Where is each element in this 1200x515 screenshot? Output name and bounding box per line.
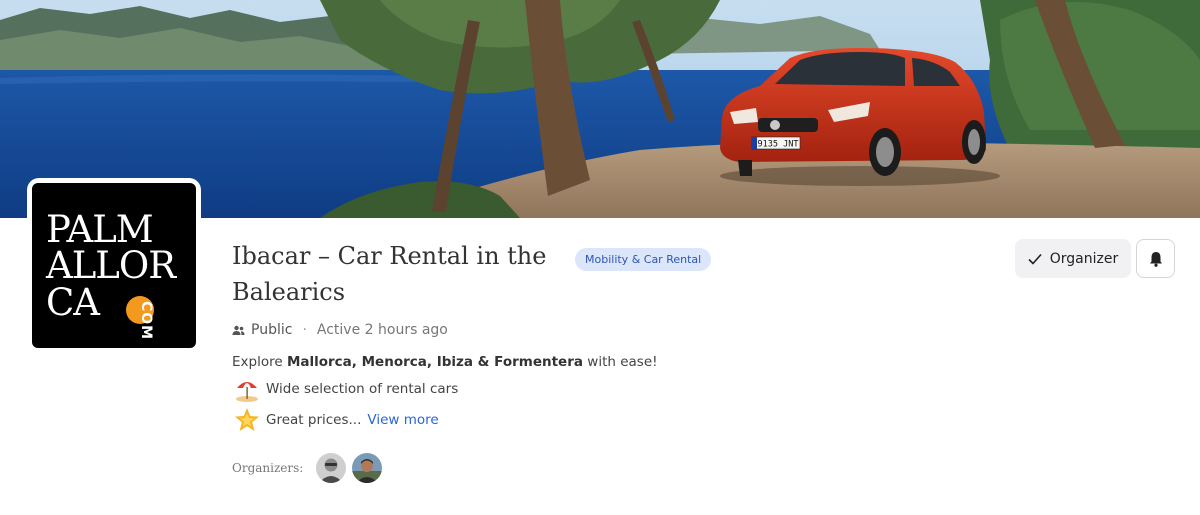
- organizer-button[interactable]: Organizer: [1015, 239, 1131, 278]
- view-more-link[interactable]: View more: [367, 412, 438, 428]
- logo-com-text: COM: [138, 301, 154, 341]
- organizers-row: Organizers:: [232, 452, 384, 484]
- feature-item: Wide selection of rental cars: [234, 376, 458, 402]
- meta-separator: ·: [302, 322, 307, 338]
- organizers-label: Organizers:: [232, 461, 304, 475]
- group-meta: Public · Active 2 hours ago: [232, 322, 448, 338]
- group-description: Explore Mallorca, Menorca, Ibiza & Forme…: [232, 354, 658, 370]
- group-logo[interactable]: PALM ALLOR CA COM: [27, 178, 201, 352]
- check-icon: [1028, 253, 1042, 265]
- palmallorca-logo: PALM ALLOR CA COM: [32, 183, 196, 348]
- logo-text-line3: CA: [46, 281, 100, 324]
- description-prefix: Explore: [232, 354, 287, 370]
- activity-status: Active 2 hours ago: [316, 322, 448, 338]
- star-icon: [235, 408, 259, 431]
- description-suffix: with ease!: [582, 354, 658, 370]
- people-icon: [232, 325, 245, 335]
- logo-text-line2: ALLOR: [46, 244, 176, 287]
- group-title: Ibacar – Car Rental in the Balearics: [232, 242, 547, 306]
- organizer-button-label: Organizer: [1049, 250, 1119, 267]
- visibility-label: Public: [251, 322, 293, 338]
- beach-umbrella-icon: [236, 382, 258, 402]
- feature-item: Great prices... View more: [234, 407, 439, 433]
- logo-text-line1: PALM: [46, 208, 154, 251]
- category-badge[interactable]: Mobility & Car Rental: [575, 248, 712, 271]
- description-bold: Mallorca, Menorca, Ibiza & Formentera: [286, 354, 583, 370]
- license-plate-text: 9135 JNT: [758, 140, 799, 150]
- notifications-button[interactable]: [1136, 239, 1175, 278]
- feature-text: Great prices...: [266, 412, 362, 428]
- feature-text: Wide selection of rental cars: [266, 381, 459, 397]
- organizer-avatar[interactable]: [351, 452, 384, 484]
- bell-icon: [1149, 251, 1162, 267]
- organizer-avatar[interactable]: [315, 452, 348, 484]
